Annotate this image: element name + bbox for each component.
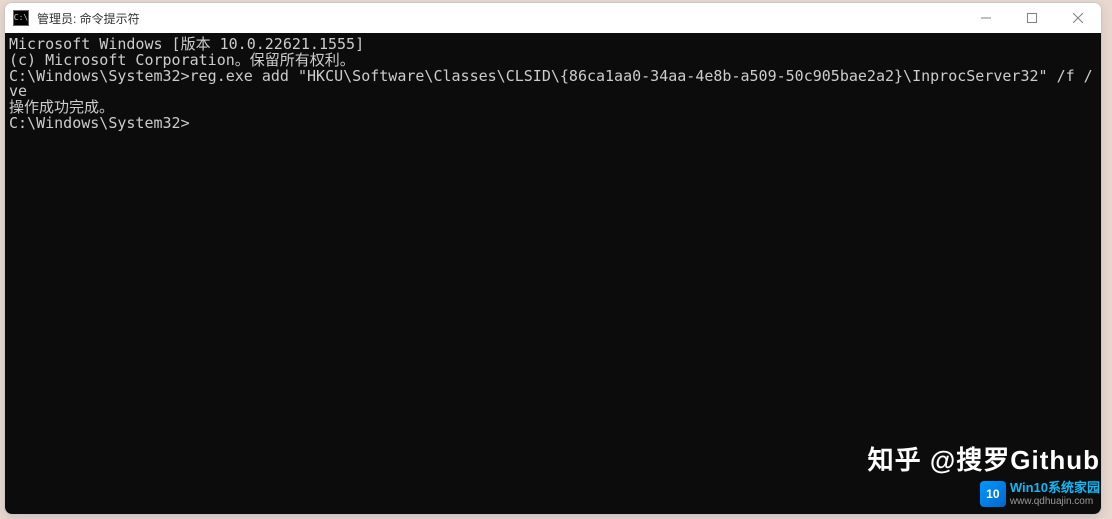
watermark-qd-title: Win10系统家园 [1010,481,1100,495]
watermark-qd-text: Win10系统家园 www.qdhuajin.com [1010,481,1100,506]
command-prompt-window: C:\ 管理员: 命令提示符 Microsoft Windows [版本 [4,2,1102,515]
watermark-zhihu: 知乎 @搜罗Github [868,440,1100,477]
maximize-button[interactable] [1009,3,1055,33]
window-controls [963,3,1101,33]
title-bar[interactable]: C:\ 管理员: 命令提示符 [5,3,1101,33]
close-icon [1073,13,1083,23]
window-title: 管理员: 命令提示符 [37,10,140,27]
watermark-container: 知乎 @搜罗Github 10 Win10系统家园 www.qdhuajin.c… [868,440,1100,507]
watermark-qd-url: www.qdhuajin.com [1010,496,1100,507]
watermark-qd: 10 Win10系统家园 www.qdhuajin.com [980,481,1100,507]
app-icon-text: C:\ [14,14,28,22]
terminal-prompt: C:\Windows\System32> [9,116,1097,132]
app-icon: C:\ [13,10,29,26]
minimize-icon [981,13,991,23]
minimize-button[interactable] [963,3,1009,33]
maximize-icon [1027,13,1037,23]
close-button[interactable] [1055,3,1101,33]
terminal-line: C:\Windows\System32>reg.exe add "HKCU\So… [9,69,1097,101]
watermark-qd-logo-icon: 10 [980,481,1006,507]
